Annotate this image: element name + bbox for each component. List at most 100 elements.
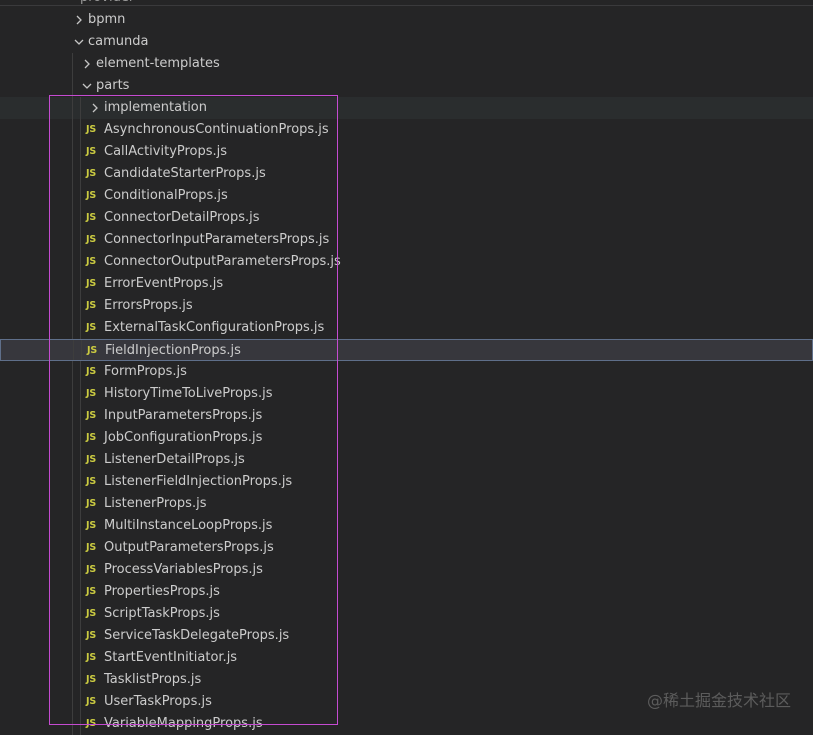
folder-label: implementation: [104, 100, 208, 115]
indent-guide: [80, 229, 81, 251]
file-label: InputParametersProps.js: [104, 408, 263, 423]
tree-row-file[interactable]: JS PropertiesProps.js: [0, 581, 813, 603]
indent-guide: [80, 317, 81, 339]
javascript-file-icon: JS: [86, 608, 96, 619]
javascript-file-icon: JS: [86, 366, 96, 377]
tree-row-file[interactable]: JS AsynchronousContinuationProps.js: [0, 119, 813, 141]
indent-guide: [80, 625, 81, 647]
indent-guide: [72, 97, 73, 119]
indent-guide: [72, 559, 73, 581]
tree-row-file[interactable]: JS ServiceTaskDelegateProps.js: [0, 625, 813, 647]
file-label: ListenerDetailProps.js: [104, 452, 245, 467]
explorer-top-edge: provider: [0, 0, 813, 6]
tree-row-file[interactable]: JS OutputParametersProps.js: [0, 537, 813, 559]
tree-row-file[interactable]: JS CandidateStarterProps.js: [0, 163, 813, 185]
tree-row-element-templates-folder[interactable]: element-templates: [0, 53, 813, 75]
tree-row-file[interactable]: JS ListenerDetailProps.js: [0, 449, 813, 471]
tree-row-file[interactable]: JS JobConfigurationProps.js: [0, 427, 813, 449]
file-explorer-tree: provider bpmn camunda element-templates par…: [0, 0, 813, 735]
tree-row-file[interactable]: JS ExternalTaskConfigurationProps.js: [0, 317, 813, 339]
file-label: ConditionalProps.js: [104, 188, 228, 203]
javascript-file-icon: JS: [86, 718, 96, 729]
tree-row-file[interactable]: JS FormProps.js: [0, 361, 813, 383]
javascript-file-icon: JS: [86, 564, 96, 575]
tree-row-file[interactable]: JS ListenerFieldInjectionProps.js: [0, 471, 813, 493]
indent-guide: [72, 75, 73, 97]
indent-guide: [80, 603, 81, 625]
chevron-right-icon[interactable]: [72, 9, 86, 31]
tree-row-file[interactable]: JS ConnectorInputParametersProps.js: [0, 229, 813, 251]
indent-guide: [72, 405, 73, 427]
tree-row-file[interactable]: JS ConnectorDetailProps.js: [0, 207, 813, 229]
tree-row-file[interactable]: JS HistoryTimeToLiveProps.js: [0, 383, 813, 405]
file-label: ListenerProps.js: [104, 496, 207, 511]
indent-guide: [80, 537, 81, 559]
indent-guide: [72, 427, 73, 449]
javascript-file-icon: JS: [86, 410, 96, 421]
indent-guide: [80, 185, 81, 207]
tree-row-file[interactable]: JS ConnectorOutputParametersProps.js: [0, 251, 813, 273]
indent-guide: [72, 273, 73, 295]
indent-guide: [80, 405, 81, 427]
indent-guide: [72, 603, 73, 625]
file-label: OutputParametersProps.js: [104, 540, 274, 555]
javascript-file-icon: JS: [86, 234, 96, 245]
indent-guide: [80, 449, 81, 471]
tree-row-file[interactable]: JS ProcessVariablesProps.js: [0, 559, 813, 581]
indent-guide: [72, 53, 73, 75]
chevron-right-icon[interactable]: [80, 53, 94, 75]
tree-row-file[interactable]: JS ScriptTaskProps.js: [0, 603, 813, 625]
tree-row-file[interactable]: JS ErrorsProps.js: [0, 295, 813, 317]
chevron-down-icon[interactable]: [72, 31, 86, 53]
javascript-file-icon: JS: [86, 454, 96, 465]
indent-guide: [80, 515, 81, 537]
tree-row-parts-folder[interactable]: parts: [0, 75, 813, 97]
indent-guide: [72, 361, 73, 383]
indent-guide: [80, 119, 81, 141]
indent-guide: [80, 383, 81, 405]
indent-guide: [72, 515, 73, 537]
tree-row-file[interactable]: JS StartEventInitiator.js: [0, 647, 813, 669]
folder-label: camunda: [88, 34, 149, 49]
file-label: FormProps.js: [104, 364, 187, 379]
indent-guide: [72, 251, 73, 273]
tree-row-file[interactable]: JS VariableMappingProps.js: [0, 713, 813, 735]
file-label: TasklistProps.js: [104, 672, 202, 687]
provider-folder-label[interactable]: provider: [80, 0, 134, 5]
tree-row-file[interactable]: JS ListenerProps.js: [0, 493, 813, 515]
file-label: AsynchronousContinuationProps.js: [104, 122, 329, 137]
indent-guide: [72, 207, 73, 229]
indent-guide: [80, 273, 81, 295]
tree-row-file[interactable]: JS FieldInjectionProps.js: [0, 339, 813, 361]
file-label: ProcessVariablesProps.js: [104, 562, 263, 577]
tree-row-file[interactable]: JS InputParametersProps.js: [0, 405, 813, 427]
tree-row-file[interactable]: JS MultiInstanceLoopProps.js: [0, 515, 813, 537]
file-label: StartEventInitiator.js: [104, 650, 238, 665]
tree-row-file[interactable]: JS ConditionalProps.js: [0, 185, 813, 207]
javascript-file-icon: JS: [86, 520, 96, 531]
chevron-right-icon[interactable]: [88, 97, 102, 119]
indent-guide: [80, 471, 81, 493]
file-label: UserTaskProps.js: [104, 694, 212, 709]
file-label: ConnectorOutputParametersProps.js: [104, 254, 341, 269]
javascript-file-icon: JS: [86, 630, 96, 641]
file-label: CallActivityProps.js: [104, 144, 228, 159]
javascript-file-icon: JS: [86, 432, 96, 443]
javascript-file-icon: JS: [86, 212, 96, 223]
indent-guide: [72, 449, 73, 471]
indent-guide: [72, 669, 73, 691]
tree-row-bpmn-folder[interactable]: bpmn: [0, 9, 813, 31]
indent-guide: [72, 537, 73, 559]
indent-guide: [80, 427, 81, 449]
chevron-down-icon[interactable]: [80, 75, 94, 97]
indent-guide: [80, 207, 81, 229]
file-label: MultiInstanceLoopProps.js: [104, 518, 273, 533]
file-label: PropertiesProps.js: [104, 584, 220, 599]
tree-row-file[interactable]: JS ErrorEventProps.js: [0, 273, 813, 295]
tree-row-file[interactable]: JS CallActivityProps.js: [0, 141, 813, 163]
tree-row-implementation-folder[interactable]: implementation: [0, 97, 813, 119]
file-label: ErrorsProps.js: [104, 298, 193, 313]
folder-label: element-templates: [96, 56, 220, 71]
indent-guide: [81, 340, 82, 360]
tree-row-camunda-folder[interactable]: camunda: [0, 31, 813, 53]
